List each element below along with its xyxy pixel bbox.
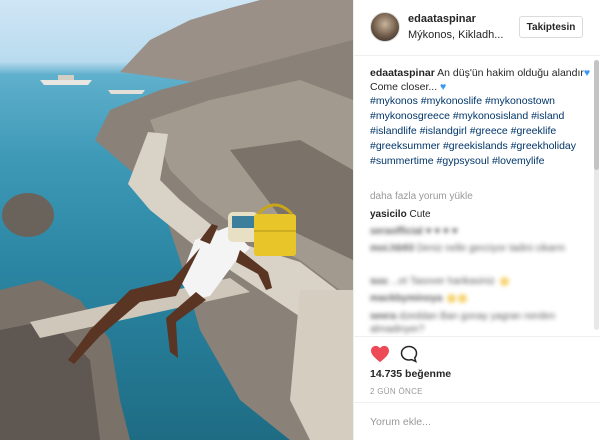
comment-text: dzeddan Ban gonay yagran nerden almadiny… [370, 311, 556, 335]
heart-filled-icon[interactable] [370, 345, 390, 363]
comment-username[interactable]: mackbyminoya [370, 293, 442, 304]
post-photo[interactable] [0, 0, 353, 440]
avatar[interactable] [370, 12, 400, 42]
comment-text: Deniz nelle gecciyor tadini cikarm [416, 243, 566, 254]
scrollbar-thumb[interactable] [594, 60, 599, 170]
comment-item: suu ...et Tasover harikasiniz [370, 276, 509, 287]
likes-count[interactable]: 14.735 beğenme [370, 368, 451, 380]
post-timestamp[interactable]: 2 GÜN ÖNCE [370, 387, 423, 396]
following-button[interactable]: Takiptesin [519, 16, 583, 38]
comment-item: seera dzeddan Ban gonay yagran nerden al… [370, 310, 570, 336]
caption-line2-wrap: Come closer... ♥ [370, 80, 592, 94]
caption-line1: An düş'ün hakim olduğu alandır [437, 67, 584, 79]
load-more-comments-link[interactable]: daha fazla yorum yükle [370, 191, 473, 202]
comment-item: yasicilo Cute [370, 209, 431, 220]
comment-username[interactable]: yasicilo [370, 209, 407, 220]
emoji-icon [447, 293, 457, 303]
comment-item: moi.hb93 Deniz nelle gecciyor tadini cik… [370, 242, 570, 255]
comment-username[interactable]: moi.hb93 [370, 243, 414, 254]
comment-item: seraofficial ♥ ♥ ♥ ♥ [370, 226, 458, 237]
comment-item: mackbyminoya [370, 293, 468, 304]
caption-line2: Come closer... [370, 81, 438, 93]
blue-heart-icon: ♥ [583, 67, 591, 79]
author-username[interactable]: edaataspinar [408, 13, 476, 25]
post-detail-panel: edaataspinar Mýkonos, Kikladh... Takipte… [353, 0, 600, 440]
comment-username[interactable]: seera [370, 311, 396, 322]
post-actions: 14.735 beğenme 2 GÜN ÖNCE [354, 336, 600, 396]
comment-username[interactable]: seraofficial [370, 226, 423, 237]
post-photo-illustration [0, 0, 353, 440]
post-header: edaataspinar Mýkonos, Kikladh... Takipte… [354, 0, 600, 56]
blue-heart-icon: ♥ [440, 81, 447, 93]
comment-text: Cute [409, 209, 431, 220]
emoji-icon [499, 276, 509, 286]
add-comment-bar [354, 402, 600, 440]
caption-hashtags[interactable]: #mykonos #mykonoslife #mykonostown #myko… [370, 94, 592, 169]
speech-bubble-icon[interactable] [400, 345, 418, 363]
caption-block: edaataspinar An düş'ün hakim olduğu alan… [370, 66, 592, 169]
comment-input[interactable] [370, 412, 580, 432]
comment-username[interactable]: suu [370, 276, 388, 287]
post-location[interactable]: Mýkonos, Kikladh... [408, 29, 506, 41]
caption-username[interactable]: edaataspinar [370, 67, 435, 79]
comment-text: ...et Tasover harikasiniz [390, 276, 495, 287]
comment-text: ♥ ♥ ♥ ♥ [425, 226, 458, 237]
comments-scrollbar[interactable] [594, 60, 599, 330]
emoji-icon [458, 293, 468, 303]
caption-text: edaataspinar An düş'ün hakim olduğu alan… [370, 66, 592, 80]
